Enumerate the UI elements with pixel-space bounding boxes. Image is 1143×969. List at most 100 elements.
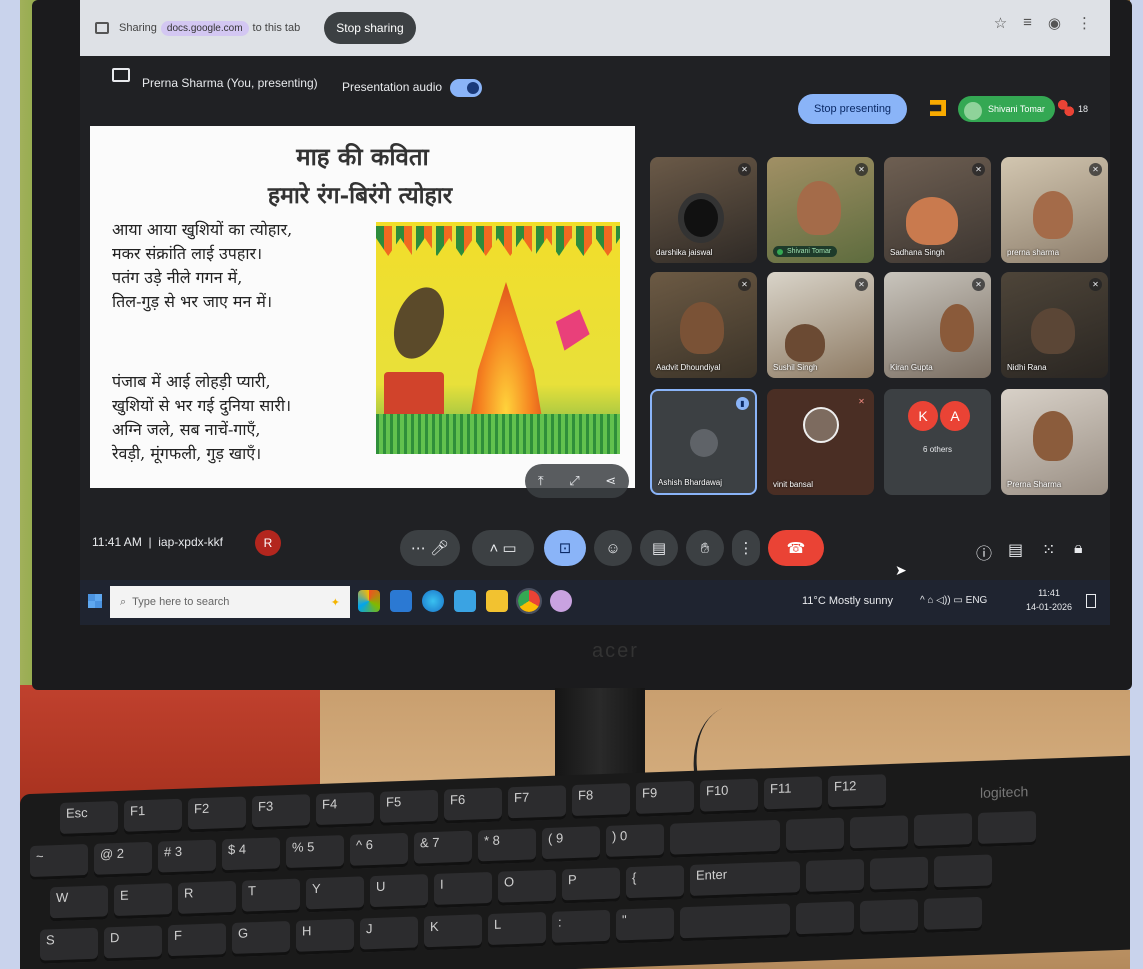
participant-tile[interactable]: ✕ Sadhana Singh bbox=[884, 157, 991, 263]
key[interactable]: E bbox=[114, 883, 172, 920]
key[interactable]: F8 bbox=[572, 783, 630, 820]
key[interactable] bbox=[680, 903, 790, 942]
host-controls-icon[interactable]: 🔒︎ bbox=[1074, 540, 1083, 558]
key[interactable]: O bbox=[498, 869, 556, 906]
participant-tile[interactable]: Prerna Sharma bbox=[1001, 389, 1108, 495]
key[interactable]: H bbox=[296, 918, 354, 955]
participant-tile[interactable]: ✕ vinit bansal bbox=[767, 389, 874, 495]
key[interactable]: " bbox=[616, 907, 674, 944]
key[interactable]: Y bbox=[306, 876, 364, 913]
share-icon[interactable]: ⋖ bbox=[605, 473, 616, 489]
key[interactable]: F bbox=[168, 923, 226, 960]
key[interactable]: * 8 bbox=[478, 828, 536, 865]
edge-icon[interactable] bbox=[422, 590, 444, 612]
store-icon[interactable] bbox=[390, 590, 412, 612]
key[interactable]: & 7 bbox=[414, 830, 472, 867]
key[interactable]: Esc bbox=[60, 800, 118, 837]
key[interactable] bbox=[806, 858, 864, 895]
copilot-icon[interactable] bbox=[358, 590, 380, 612]
key[interactable]: F3 bbox=[252, 794, 310, 831]
key[interactable]: F12 bbox=[828, 774, 886, 811]
key[interactable] bbox=[870, 856, 928, 893]
key[interactable]: K bbox=[424, 914, 482, 951]
key[interactable] bbox=[850, 815, 908, 852]
more-options-button[interactable]: ⋮ bbox=[732, 530, 760, 566]
reactions-button[interactable]: ☺ bbox=[594, 530, 632, 566]
participant-tile[interactable]: ✕ darshika jaiswal bbox=[650, 157, 757, 263]
camera-button[interactable]: ˄ ▭ bbox=[472, 530, 534, 566]
captions-button[interactable]: ▤ bbox=[640, 530, 678, 566]
key[interactable]: S bbox=[40, 927, 98, 964]
presentation-audio-toggle[interactable] bbox=[450, 79, 482, 97]
key[interactable]: ) 0 bbox=[606, 823, 664, 860]
present-button[interactable]: ⊡ bbox=[544, 530, 586, 566]
key[interactable]: F6 bbox=[444, 787, 502, 824]
stop-presenting-button[interactable]: Stop presenting bbox=[798, 94, 908, 124]
no-video-icon[interactable] bbox=[930, 100, 946, 116]
profile-icon[interactable]: ◉ bbox=[1048, 14, 1061, 32]
pin-icon[interactable]: ⤒ bbox=[538, 473, 544, 489]
key[interactable]: F1 bbox=[124, 798, 182, 835]
taskbar-search-input[interactable]: ⌕ Type here to search ✦ bbox=[110, 586, 350, 618]
key[interactable]: ~ bbox=[30, 844, 88, 881]
key[interactable] bbox=[934, 854, 992, 891]
participant-tile[interactable]: ✕ Shivani Tomar bbox=[767, 157, 874, 263]
file-explorer-icon[interactable] bbox=[486, 590, 508, 612]
key[interactable]: ( 9 bbox=[542, 826, 600, 863]
paint-icon[interactable] bbox=[550, 590, 572, 612]
key[interactable]: Enter bbox=[690, 861, 800, 899]
leave-call-button[interactable]: ☎︎ bbox=[768, 530, 824, 566]
key[interactable]: % 5 bbox=[286, 835, 344, 872]
info-icon[interactable]: ⓘ bbox=[976, 540, 992, 564]
raise-hand-button[interactable]: ✋︎ bbox=[686, 530, 724, 566]
key[interactable]: L bbox=[488, 912, 546, 949]
key[interactable]: U bbox=[370, 874, 428, 911]
key[interactable] bbox=[670, 819, 780, 858]
participant-tile[interactable]: ✕ Aadvit Dhoundiyal bbox=[650, 272, 757, 378]
key[interactable]: F2 bbox=[188, 796, 246, 833]
activities-icon[interactable]: ⁙ bbox=[1042, 540, 1055, 560]
others-tile[interactable]: K A 6 others bbox=[884, 389, 991, 495]
key[interactable]: F4 bbox=[316, 792, 374, 829]
key[interactable] bbox=[924, 896, 982, 933]
key[interactable]: F9 bbox=[636, 780, 694, 817]
queue-icon[interactable]: ≡ bbox=[1023, 14, 1032, 32]
key[interactable]: F5 bbox=[380, 789, 438, 826]
windows-start-icon[interactable] bbox=[88, 594, 102, 608]
participant-tile[interactable]: ✕ Sushil Singh bbox=[767, 272, 874, 378]
key[interactable]: { bbox=[626, 865, 684, 902]
key[interactable]: I bbox=[434, 871, 492, 908]
key[interactable] bbox=[914, 813, 972, 850]
kebab-menu-icon[interactable]: ⋮ bbox=[1077, 14, 1092, 32]
key[interactable]: G bbox=[232, 920, 290, 957]
key[interactable]: R bbox=[178, 880, 236, 917]
chrome-icon[interactable] bbox=[516, 588, 542, 614]
key[interactable]: W bbox=[50, 885, 108, 922]
key[interactable]: $ 4 bbox=[222, 837, 280, 874]
participant-tile[interactable]: ✕ prerna sharma bbox=[1001, 157, 1108, 263]
key[interactable]: D bbox=[104, 925, 162, 962]
key[interactable]: J bbox=[360, 916, 418, 953]
system-tray[interactable]: ^ ⌂ ◁)) ▭ ENG bbox=[920, 595, 987, 606]
key[interactable]: : bbox=[552, 909, 610, 946]
key[interactable]: @ 2 bbox=[94, 841, 152, 878]
key[interactable]: F7 bbox=[508, 785, 566, 822]
notifications-icon[interactable] bbox=[1086, 594, 1096, 608]
key[interactable]: ^ 6 bbox=[350, 832, 408, 869]
key[interactable] bbox=[796, 901, 854, 938]
chat-icon[interactable]: ▤ bbox=[1008, 540, 1023, 560]
key[interactable]: F10 bbox=[700, 778, 758, 815]
taskbar-clock[interactable]: 11:41 14-01-2026 bbox=[1026, 586, 1072, 614]
participants-icon[interactable] bbox=[1058, 100, 1074, 116]
participant-tile[interactable]: ✕ Nidhi Rana bbox=[1001, 272, 1108, 378]
fullscreen-icon[interactable]: ⤢ bbox=[569, 473, 579, 489]
star-icon[interactable]: ☆ bbox=[994, 14, 1007, 32]
key[interactable]: # 3 bbox=[158, 839, 216, 876]
key[interactable] bbox=[786, 817, 844, 854]
weather-widget[interactable]: 11°C Mostly sunny bbox=[802, 595, 893, 607]
key[interactable]: P bbox=[562, 867, 620, 904]
stop-sharing-button[interactable]: Stop sharing bbox=[324, 12, 416, 44]
microphone-button[interactable]: ⋯ 🎤︎ bbox=[400, 530, 460, 566]
key[interactable] bbox=[860, 899, 918, 936]
mail-icon[interactable] bbox=[454, 590, 476, 612]
